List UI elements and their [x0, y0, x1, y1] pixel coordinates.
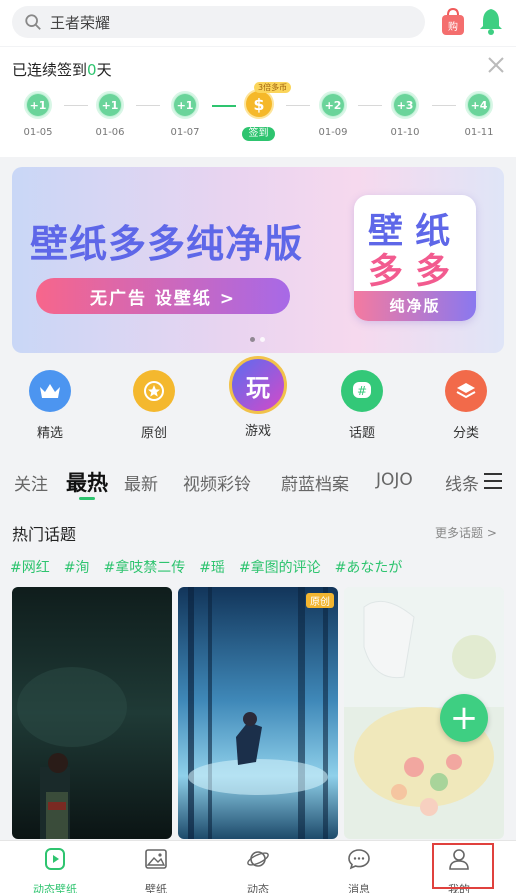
sign-day: +3 01-10 [387, 91, 423, 138]
bonus-tag: 3倍多币 [254, 82, 292, 93]
topic-tags: #网红 #洵 #拿吱禁二传 #瑶 #拿图的评论 #あなたが [10, 557, 402, 577]
topic-tag[interactable]: #拿图的评论 [239, 557, 321, 577]
promo-banner[interactable]: 壁纸多多纯净版 无广告 设壁纸 > 壁 纸 多 多 纯净版 [12, 167, 504, 353]
more-topics-link[interactable]: 更多话题 > [435, 524, 497, 541]
topic-tag[interactable]: #洵 [64, 557, 90, 577]
banner-headline: 壁纸多多纯净版 [30, 222, 304, 266]
topic-tag[interactable]: #瑶 [199, 557, 225, 577]
coin-icon[interactable]: $ [244, 89, 274, 119]
tab-blue-archive[interactable]: 蔚蓝档案 [281, 470, 349, 495]
banner-pager [250, 337, 265, 342]
layers-icon [445, 370, 487, 412]
category-row: 精选 原创 玩 游戏 # 话题 分类 [0, 356, 516, 450]
wallpaper-tile[interactable] [12, 587, 172, 839]
tab-video-ringtone[interactable]: 视频彩铃 [183, 470, 251, 495]
tab-follow[interactable]: 关注 [14, 470, 48, 495]
category-classify[interactable]: 分类 [436, 362, 496, 441]
search-icon [25, 14, 41, 30]
hashtag-icon: # [341, 370, 383, 412]
topic-tag[interactable]: #あなたが [335, 557, 403, 577]
search-placeholder: 王者荣耀 [50, 13, 111, 32]
shopping-bag-icon[interactable]: 购 [440, 7, 466, 37]
sign-day: +1 01-06 [92, 91, 128, 138]
nav-feed[interactable]: 动态 [223, 847, 293, 893]
content-tabs: 关注 最热 最新 视频彩铃 蔚蓝档案 JOJO 线条 [0, 462, 516, 502]
category-featured[interactable]: 精选 [20, 362, 80, 441]
tab-latest[interactable]: 最新 [124, 470, 158, 495]
category-games[interactable]: 玩 游戏 [228, 356, 288, 439]
wallpaper-thumbnail [178, 587, 338, 839]
highlight-box [432, 843, 494, 889]
original-badge: 原创 [306, 593, 334, 608]
nav-messages[interactable]: 消息 [324, 847, 394, 893]
play-icon [45, 848, 65, 870]
tab-lines[interactable]: 线条 [445, 470, 479, 495]
game-badge-icon: 玩 [229, 356, 287, 414]
category-original[interactable]: 原创 [124, 362, 184, 441]
tab-hot[interactable]: 最热 [66, 467, 108, 497]
crown-icon [29, 370, 71, 412]
sign-in-title: 已连续签到0天 [12, 61, 112, 79]
sign-day: +2 01-09 [315, 91, 351, 138]
bell-icon[interactable] [478, 7, 504, 35]
topic-tag[interactable]: #拿吱禁二传 [103, 557, 185, 577]
tab-jojo[interactable]: JOJO [376, 470, 413, 490]
topic-tag[interactable]: #网红 [10, 557, 50, 577]
chat-icon [348, 849, 370, 870]
sign-in-card: 已连续签到0天 +1 01-05 +1 01-06 +1 01-07 $ 3倍多币 签… [0, 47, 516, 157]
add-button[interactable]: + [440, 694, 488, 742]
svg-text:#: # [357, 384, 367, 398]
sign-in-button[interactable]: 签到 [242, 127, 275, 141]
sign-day: +4 01-11 [461, 91, 497, 138]
banner-button[interactable]: 无广告 设壁纸 > [36, 278, 290, 314]
tab-indicator [79, 497, 95, 500]
menu-icon[interactable] [482, 472, 504, 490]
wallpaper-tile[interactable]: 原创 [178, 587, 338, 839]
sign-day: +1 01-05 [20, 91, 56, 138]
app-logo: 壁 纸 多 多 纯净版 [354, 195, 476, 321]
nav-live-wallpaper[interactable]: 动态壁纸 [20, 847, 90, 893]
nav-wallpaper[interactable]: 壁纸 [121, 847, 191, 893]
top-bar: 王者荣耀 购 [0, 0, 516, 46]
sign-day: +1 01-07 [167, 91, 203, 138]
search-input[interactable]: 王者荣耀 [12, 6, 425, 38]
planet-icon [247, 851, 269, 867]
hot-topics-title: 热门话题 [12, 525, 77, 544]
star-icon [133, 370, 175, 412]
wallpaper-thumbnail [12, 587, 172, 839]
svg-text:购: 购 [448, 20, 458, 33]
close-icon[interactable] [486, 55, 506, 75]
category-topics[interactable]: # 话题 [332, 362, 392, 441]
image-icon [145, 849, 167, 869]
